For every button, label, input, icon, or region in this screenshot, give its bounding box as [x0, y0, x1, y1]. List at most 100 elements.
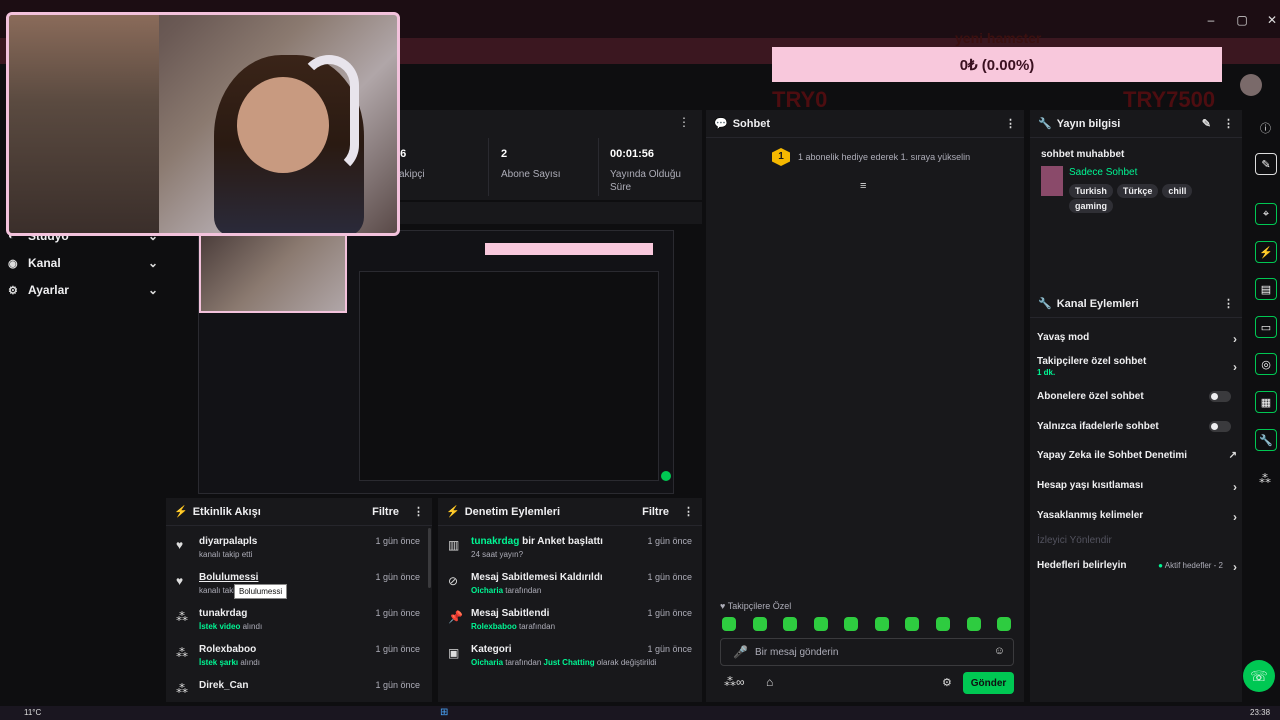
- broadcast-icon[interactable]: ◎: [1255, 353, 1277, 375]
- chat-settings-icon[interactable]: ⚙: [942, 676, 952, 689]
- bolt-icon[interactable]: ⚡: [1255, 241, 1277, 263]
- tag[interactable]: chill: [1162, 184, 1193, 198]
- emote-6[interactable]: [875, 617, 889, 631]
- send-button[interactable]: Gönder: [963, 672, 1014, 694]
- close-button[interactable]: ✕: [1260, 10, 1280, 30]
- microphone-icon[interactable]: 🎤: [733, 645, 748, 659]
- minimize-button[interactable]: –: [1199, 10, 1223, 30]
- stream-info-title: Yayın bilgisi: [1056, 117, 1121, 130]
- emote-3[interactable]: [783, 617, 797, 631]
- list-item: ⁂ Direk_Can 1 gün önce: [172, 678, 424, 702]
- category-thumbnail: [1041, 166, 1063, 196]
- more-icon[interactable]: ⋮: [1005, 117, 1016, 130]
- goals-active: ● Aktif hedefler - 2: [1158, 561, 1223, 570]
- reward-name: İstek şarkı: [199, 658, 239, 667]
- points-icon[interactable]: ⁂∞: [724, 675, 745, 689]
- sidebar-item-settings[interactable]: ⚙ Ayarlar ⌄: [8, 279, 158, 301]
- chat-header: 💬 Sohbet ⋮: [706, 110, 1024, 138]
- actor-name[interactable]: Oicharia: [471, 586, 503, 595]
- tag[interactable]: gaming: [1069, 199, 1114, 213]
- account-age-row[interactable]: Hesap yaşı kısıtlaması ›: [1037, 480, 1237, 494]
- actor-name[interactable]: Oicharia: [471, 658, 503, 667]
- help-icon[interactable]: ☏: [1243, 660, 1275, 692]
- points-icon[interactable]: ⁂: [1259, 472, 1271, 486]
- windows-icon[interactable]: ⊞: [440, 707, 448, 718]
- subs-only-toggle[interactable]: [1209, 391, 1231, 402]
- emote-10[interactable]: [997, 617, 1011, 631]
- uptime-stat: 00:01:56 Yayında Olduğu Süre: [610, 148, 700, 194]
- emote-5[interactable]: [844, 617, 858, 631]
- emote-1[interactable]: [722, 617, 736, 631]
- gear-icon: ⚙: [8, 284, 18, 297]
- chat-input[interactable]: 🎤 Bir mesaj gönderin ☺: [720, 638, 1014, 666]
- gift-leaderboard-text[interactable]: 1 abonelik hediye ederek 1. sıraya yükse…: [798, 152, 970, 162]
- tag[interactable]: Türkçe: [1116, 184, 1159, 198]
- sidebar-item-channel[interactable]: ◉ Kanal ⌄: [8, 252, 158, 274]
- store-icon[interactable]: ⌂: [766, 675, 773, 689]
- banned-words-row[interactable]: Yasaklanmış kelimeler ›: [1037, 510, 1237, 524]
- emote-only-toggle[interactable]: [1209, 421, 1231, 432]
- goal-progress-bar: 0₺ (0.00%): [772, 47, 1222, 82]
- chevron-down-icon: ⌄: [147, 283, 158, 297]
- more-icon[interactable]: ⋮: [1223, 297, 1234, 310]
- actor-name[interactable]: Rolexbaboo: [471, 622, 517, 631]
- action-detail: Oicharia tarafından Just Chatting olarak…: [471, 658, 701, 667]
- emote-only-label: Yalnızca ifadelerle sohbet: [1037, 421, 1159, 432]
- more-icon[interactable]: ⋮: [1223, 117, 1234, 130]
- category-name[interactable]: Just Chatting: [544, 658, 595, 667]
- category-name[interactable]: Sadece Sohbet: [1069, 167, 1137, 178]
- actor-name[interactable]: tunakrdag: [471, 536, 519, 547]
- info-icon[interactable]: ⓘ: [1260, 120, 1271, 136]
- slow-mode-row[interactable]: Yavaş mod ›: [1037, 332, 1237, 346]
- heart-icon: ♥: [176, 538, 184, 552]
- action-text: bir Anket başlattı: [519, 536, 603, 547]
- emote-9[interactable]: [967, 617, 981, 631]
- document-icon[interactable]: ▤: [1255, 278, 1277, 300]
- filter-button[interactable]: Filtre: [642, 506, 669, 518]
- bookshelf-image: [9, 15, 159, 233]
- username[interactable]: tunakrdag: [199, 608, 247, 619]
- unpin-icon: ⊘: [448, 574, 459, 588]
- username[interactable]: Bolulumessi: [199, 572, 258, 583]
- stream-preview-image[interactable]: [198, 230, 674, 494]
- preview-header: [390, 202, 702, 224]
- wrench-icon[interactable]: 🔧: [1255, 429, 1277, 451]
- edit-icon[interactable]: ✎: [1202, 117, 1211, 130]
- pinned-toggle-icon[interactable]: ≡: [860, 180, 866, 192]
- chevron-right-icon: ›: [1233, 510, 1237, 524]
- scrollbar[interactable]: [428, 528, 431, 588]
- banned-words-label: Yasaklanmış kelimeler: [1037, 510, 1144, 521]
- filter-button[interactable]: Filtre: [372, 506, 399, 518]
- username[interactable]: Direk_Can: [199, 680, 248, 691]
- edit-icon[interactable]: ✎: [1255, 153, 1277, 175]
- maximize-button[interactable]: ▢: [1230, 10, 1254, 30]
- ai-moderation-row[interactable]: Yapay Zeka ile Sohbet Denetimi ↗: [1037, 450, 1237, 461]
- more-icon[interactable]: ⋮: [413, 505, 424, 518]
- layout-icon[interactable]: ▦: [1255, 391, 1277, 413]
- timestamp: 1 gün önce: [647, 608, 692, 618]
- subs-only-label: Abonelere özel sohbet: [1037, 391, 1144, 402]
- redirect-row: İzleyici Yönlendir: [1037, 535, 1237, 546]
- list-item: ♥ Bolulumessi kanalı takip etti 1 gün ön…: [172, 570, 424, 604]
- chat-panel: 💬 Sohbet ⋮ 1 1 abonelik hediye ederek 1.…: [706, 110, 1024, 702]
- list-item: 📌 Mesaj Sabitlendi Rolexbaboo tarafından…: [444, 606, 696, 640]
- more-icon[interactable]: ⋮: [678, 115, 690, 129]
- scan-icon[interactable]: ⌖: [1255, 203, 1277, 225]
- chat-icon[interactable]: ▭: [1255, 316, 1277, 338]
- followers-only-row[interactable]: Takipçilere özel sohbet 1 dk. ›: [1037, 356, 1237, 378]
- more-icon[interactable]: ⋮: [683, 505, 694, 518]
- username[interactable]: Rolexbaboo: [199, 644, 256, 655]
- avatar[interactable]: [1240, 74, 1262, 96]
- goals-row[interactable]: Hedefleri belirleyin ● Aktif hedefler - …: [1037, 560, 1237, 574]
- emote-2[interactable]: [753, 617, 767, 631]
- tag[interactable]: Turkish: [1069, 184, 1113, 198]
- wrench-icon: 🔧: [1038, 118, 1052, 130]
- channel-icon: ◉: [8, 257, 18, 270]
- emote-4[interactable]: [814, 617, 828, 631]
- list-item: ⁂ Rolexbaboo İstek şarkı alındı 1 gün ön…: [172, 642, 424, 676]
- emote-7[interactable]: [905, 617, 919, 631]
- username[interactable]: diyarpalapls: [199, 536, 257, 547]
- emote-8[interactable]: [936, 617, 950, 631]
- emoji-icon[interactable]: ☺: [994, 645, 1005, 657]
- subs-value: 2: [501, 148, 508, 160]
